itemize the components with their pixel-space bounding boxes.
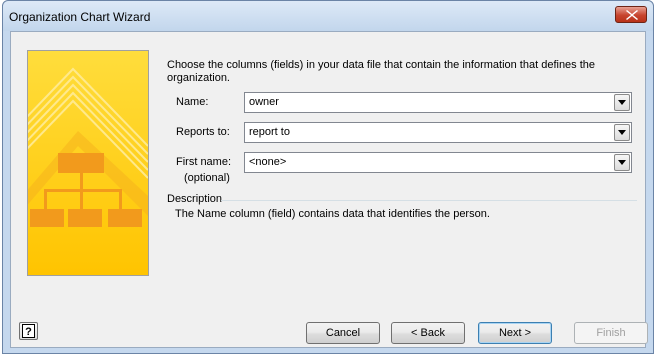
chevron-down-icon	[618, 160, 626, 165]
org-chart-banner	[27, 50, 149, 276]
finish-button[interactable]: Finish	[574, 322, 648, 344]
svg-text:?: ?	[25, 326, 32, 338]
window-title: Organization Chart Wizard	[9, 10, 151, 24]
wizard-window: Organization Chart Wizard Choose the col…	[2, 0, 654, 354]
help-button[interactable]: ?	[19, 322, 38, 340]
name-combobox-value: owner	[249, 96, 279, 108]
first-name-optional-note: (optional)	[184, 172, 230, 184]
cancel-button[interactable]: Cancel	[306, 322, 380, 344]
reports-to-dropdown-button[interactable]	[614, 124, 630, 141]
reports-to-combobox-value: report to	[249, 126, 290, 138]
description-text: The Name column (field) contains data th…	[175, 208, 490, 220]
chevron-down-icon	[618, 100, 626, 105]
back-button[interactable]: < Back	[391, 322, 465, 344]
wizard-body: Choose the columns (fields) in your data…	[10, 31, 648, 348]
name-combobox[interactable]: owner	[244, 92, 632, 113]
name-label: Name:	[176, 96, 209, 108]
instruction-text: Choose the columns (fields) in your data…	[167, 59, 596, 84]
reports-to-label: Reports to:	[176, 126, 230, 138]
reports-to-combobox[interactable]: report to	[244, 122, 632, 143]
close-icon	[626, 10, 638, 20]
next-button[interactable]: Next >	[478, 322, 552, 344]
first-name-label: First name:	[176, 156, 232, 168]
chevron-down-icon	[618, 130, 626, 135]
org-chart-illustration-icon	[28, 51, 148, 275]
name-dropdown-button[interactable]	[614, 94, 630, 111]
first-name-combobox[interactable]: <none>	[244, 152, 632, 173]
description-divider	[221, 200, 637, 201]
close-button[interactable]	[615, 6, 647, 23]
first-name-combobox-value: <none>	[249, 156, 287, 168]
first-name-dropdown-button[interactable]	[614, 154, 630, 171]
description-heading: Description	[167, 193, 223, 205]
title-bar: Organization Chart Wizard	[3, 1, 653, 31]
help-icon: ?	[22, 324, 35, 338]
